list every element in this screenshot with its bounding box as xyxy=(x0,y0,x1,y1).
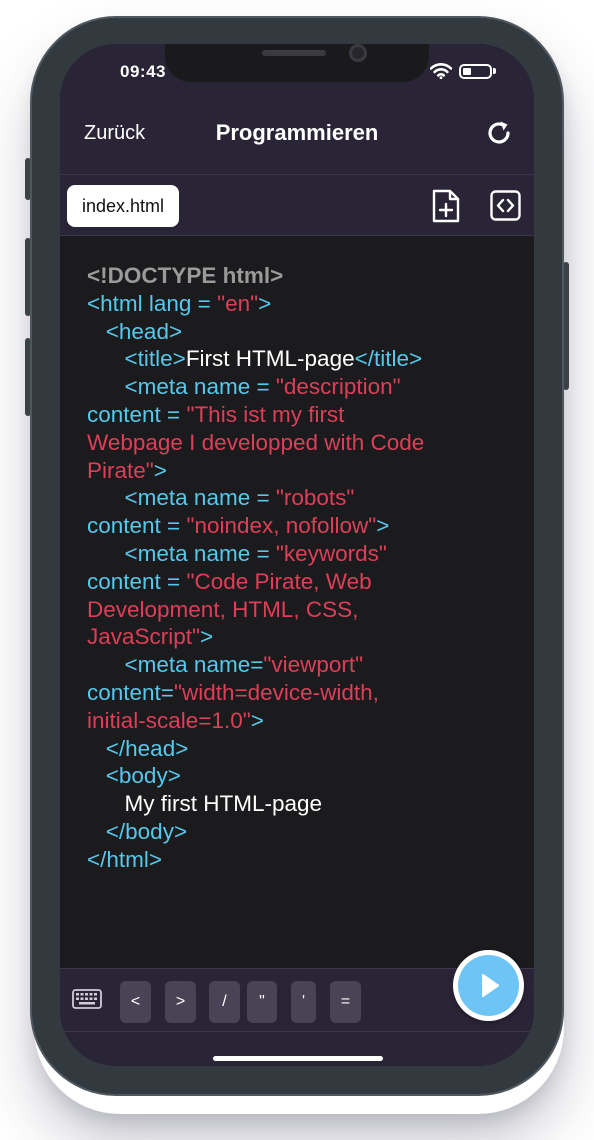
code-editor[interactable]: <!DOCTYPE html> <html lang = "en"> <head>… xyxy=(60,236,534,968)
code-line: Webpage I developped with Code xyxy=(87,429,507,457)
code-line: initial-scale=1.0"> xyxy=(87,707,507,735)
code-line: Development, HTML, CSS, xyxy=(87,596,507,624)
code-line: <body> xyxy=(87,762,507,790)
code-token-tag: > xyxy=(250,707,264,733)
code-line: JavaScript"> xyxy=(87,623,507,651)
code-token-str: "width=device-width, xyxy=(173,679,379,705)
insert-slash-key[interactable]: / xyxy=(209,981,240,1023)
code-line: <html lang = "en"> xyxy=(87,290,507,318)
code-token-tag: > xyxy=(376,513,390,539)
code-token-tag: content = xyxy=(87,513,187,539)
code-token-str: "robots" xyxy=(275,485,355,511)
code-brackets-icon[interactable] xyxy=(490,190,521,221)
status-time: 09:43 xyxy=(120,62,166,81)
code-token-tag: content= xyxy=(87,679,174,705)
code-line: content = "This ist my first xyxy=(87,401,507,429)
code-line: </body> xyxy=(87,818,507,846)
notch xyxy=(165,44,429,82)
code-token-text: My first HTML-page xyxy=(87,791,323,817)
code-line: </html> xyxy=(87,846,507,874)
run-button[interactable] xyxy=(453,950,524,1021)
run-button-inner xyxy=(458,955,519,1016)
code-line: <!DOCTYPE html> xyxy=(87,262,507,290)
code-token-str: JavaScript" xyxy=(87,624,201,650)
code-line: My first HTML-page xyxy=(87,790,507,818)
code-line: Pirate"> xyxy=(87,457,507,485)
code-token-str: Pirate" xyxy=(87,457,154,483)
insert-equals-key[interactable]: = xyxy=(330,981,361,1023)
code-token-str: "en" xyxy=(217,290,259,316)
keyboard-icon[interactable] xyxy=(72,989,102,1009)
phone-screen: 09:43 Zurück Programmieren index.html <!… xyxy=(60,44,534,1066)
code-token-tag: <title> xyxy=(87,346,186,372)
code-line: <meta name = "description" xyxy=(87,373,507,401)
code-token-tag: <meta name = xyxy=(87,374,276,400)
code-token-tag: <body> xyxy=(87,763,181,789)
file-tab-bar: index.html xyxy=(60,174,534,236)
home-indicator-area xyxy=(60,1032,534,1066)
battery-icon xyxy=(459,64,492,79)
code-line: </head> xyxy=(87,735,507,763)
insert-double-quote-key[interactable]: " xyxy=(247,981,277,1023)
code-token-tag: <head> xyxy=(87,318,183,344)
code-token-str: initial-scale=1.0" xyxy=(87,707,251,733)
insert-less-than-key[interactable]: < xyxy=(120,981,151,1023)
code-line: content = "Code Pirate, Web xyxy=(87,568,507,596)
code-line: <head> xyxy=(87,318,507,346)
code-token-tag: > xyxy=(258,290,272,316)
code-token-doctype: <!DOCTYPE html> xyxy=(87,263,284,288)
page-title: Programmieren xyxy=(215,120,379,145)
code-token-tag: content = xyxy=(87,401,187,427)
code-token-tag: <meta name = xyxy=(87,485,276,511)
play-icon xyxy=(482,974,499,997)
tab-index-html[interactable]: index.html xyxy=(67,185,179,227)
code-token-str: "keywords" xyxy=(275,540,387,566)
code-token-str: "This ist my first xyxy=(186,401,345,427)
code-token-str: "noindex, nofollow" xyxy=(186,513,377,539)
code-token-tag: > xyxy=(153,457,167,483)
code-line: <meta name="viewport" xyxy=(87,651,507,679)
front-camera xyxy=(349,44,367,62)
code-token-str: Webpage I developped with Code xyxy=(87,429,425,455)
new-file-icon[interactable] xyxy=(431,189,461,223)
code-token-str: "viewport" xyxy=(263,652,364,678)
code-token-str: Development, HTML, CSS, xyxy=(87,596,359,622)
code-line: <title>First HTML-page</title> xyxy=(87,345,507,373)
code-token-tag: <meta name= xyxy=(87,652,264,678)
code-token-text: First HTML-page xyxy=(185,346,355,372)
insert-greater-than-key[interactable]: > xyxy=(165,981,196,1023)
code-token-str: "Code Pirate, Web xyxy=(186,568,372,594)
wifi-icon xyxy=(430,63,452,79)
code-token-tag: > xyxy=(200,624,214,650)
code-line: <meta name = "keywords" xyxy=(87,540,507,568)
insert-single-quote-key[interactable]: ' xyxy=(291,981,316,1023)
code-line: <meta name = "robots" xyxy=(87,484,507,512)
refresh-icon[interactable] xyxy=(484,118,514,148)
battery-tip xyxy=(493,68,496,74)
code-token-tag: </body> xyxy=(87,818,188,844)
code-token-str: "description" xyxy=(275,374,401,400)
battery-level xyxy=(463,68,471,75)
code-token-tag: content = xyxy=(87,568,187,594)
code-line: content="width=device-width, xyxy=(87,679,507,707)
code-token-tag: <html lang = xyxy=(87,290,218,316)
code-token-tag: </head> xyxy=(87,735,189,761)
app-header: 09:43 Zurück Programmieren xyxy=(60,44,534,174)
home-indicator[interactable] xyxy=(213,1056,383,1061)
code-token-tag: </html> xyxy=(87,846,163,872)
code-line: content = "noindex, nofollow"> xyxy=(87,512,507,540)
speaker-grille xyxy=(262,50,326,56)
code-token-tag: <meta name = xyxy=(87,540,276,566)
code-token-tag: </title> xyxy=(354,346,423,372)
